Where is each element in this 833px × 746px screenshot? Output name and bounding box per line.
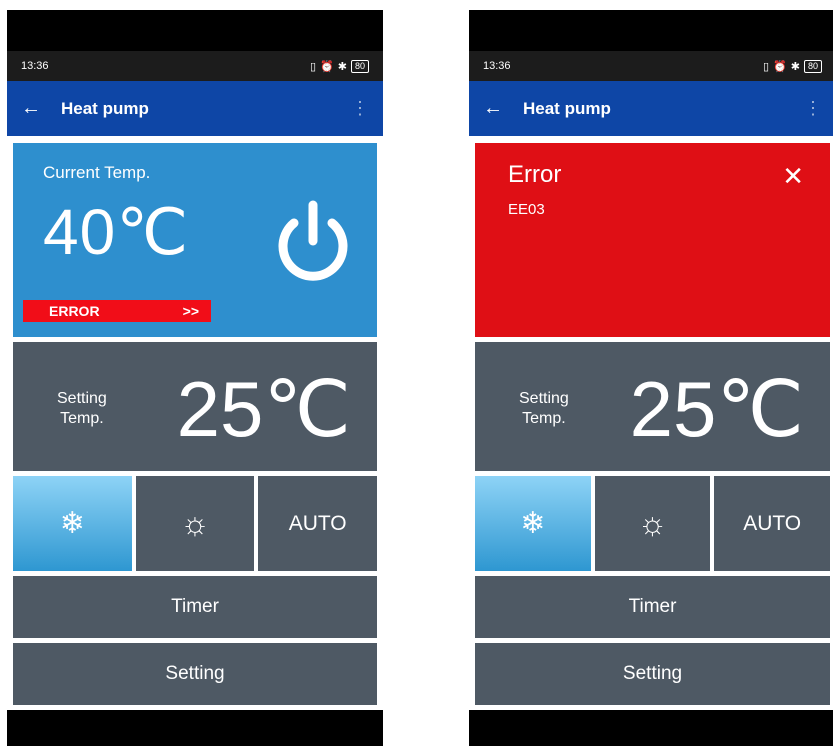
error-panel: Error EE03 ✕	[475, 143, 830, 337]
bluetooth-icon: ✱	[337, 60, 347, 73]
setting-temp-panel[interactable]: Setting Temp. 25℃	[475, 342, 830, 471]
current-temp-value: 40℃	[43, 196, 190, 268]
auto-mode-button[interactable]: AUTO	[714, 476, 831, 571]
cool-mode-button[interactable]: ❄	[13, 476, 132, 571]
camera-cutout-bar	[7, 10, 383, 51]
app-bar: ← Heat pump ⋮	[469, 81, 833, 136]
bottom-nav-bar	[7, 710, 383, 746]
more-menu-icon[interactable]: ⋮	[351, 98, 369, 119]
timer-button[interactable]: Timer	[475, 576, 830, 638]
auto-mode-button[interactable]: AUTO	[258, 476, 378, 571]
setting-temp-value: 25℃	[176, 365, 351, 453]
current-temp-panel: Current Temp. 40℃ ERROR >>	[13, 143, 377, 337]
close-icon[interactable]: ✕	[782, 161, 804, 192]
battery-icon: 80	[350, 59, 369, 73]
setting-temp-panel[interactable]: Setting Temp. 25℃	[13, 342, 377, 471]
snowflake-icon: ❄	[520, 507, 546, 540]
camera-cutout-bar	[469, 10, 833, 51]
bluetooth-icon: ✱	[790, 60, 800, 73]
mode-selector: ❄ ☼ AUTO	[13, 476, 378, 571]
setting-button[interactable]: Setting	[475, 643, 830, 705]
status-time: 13:36	[483, 60, 511, 72]
heat-mode-button[interactable]: ☼	[594, 476, 711, 571]
setting-temp-label: Setting Temp.	[519, 390, 569, 427]
vibrate-icon: ▯	[763, 60, 770, 73]
snowflake-icon: ❄	[59, 507, 85, 540]
battery-icon: 80	[803, 59, 822, 73]
power-icon[interactable]	[268, 195, 358, 285]
mode-selector: ❄ ☼ AUTO	[475, 476, 831, 571]
phone-screen-left: 13:36 ▯ ⏰ ✱ 80 ← Heat pump ⋮ Current Tem…	[7, 10, 383, 746]
error-label: ERROR	[49, 303, 100, 319]
error-title: Error	[508, 161, 562, 188]
setting-temp-value: 25℃	[629, 365, 804, 453]
sun-icon: ☼	[180, 505, 210, 541]
cool-mode-button[interactable]: ❄	[475, 476, 591, 571]
status-bar: 13:36 ▯ ⏰ ✱ 80	[7, 51, 383, 81]
setting-button[interactable]: Setting	[13, 643, 377, 705]
status-bar: 13:36 ▯ ⏰ ✱ 80	[469, 51, 833, 81]
timer-button[interactable]: Timer	[13, 576, 377, 638]
alarm-icon: ⏰	[773, 60, 787, 73]
error-code: EE03	[508, 201, 545, 218]
sun-icon: ☼	[637, 505, 668, 541]
page-title: Heat pump	[523, 98, 611, 118]
error-arrow: >>	[182, 303, 199, 319]
vibrate-icon: ▯	[310, 60, 317, 73]
heat-mode-button[interactable]: ☼	[135, 476, 255, 571]
error-banner-button[interactable]: ERROR >>	[23, 300, 211, 322]
setting-temp-label: Setting Temp.	[57, 390, 107, 427]
page-title: Heat pump	[61, 98, 149, 118]
more-menu-icon[interactable]: ⋮	[804, 98, 822, 119]
phone-screen-right: 13:36 ▯ ⏰ ✱ 80 ← Heat pump ⋮ Error EE03 …	[469, 10, 833, 746]
back-arrow-icon[interactable]: ←	[483, 97, 523, 120]
bottom-nav-bar	[469, 710, 833, 746]
back-arrow-icon[interactable]: ←	[21, 97, 61, 120]
current-temp-label: Current Temp.	[43, 163, 151, 182]
status-time: 13:36	[21, 60, 49, 72]
app-bar: ← Heat pump ⋮	[7, 81, 383, 136]
alarm-icon: ⏰	[320, 60, 334, 73]
